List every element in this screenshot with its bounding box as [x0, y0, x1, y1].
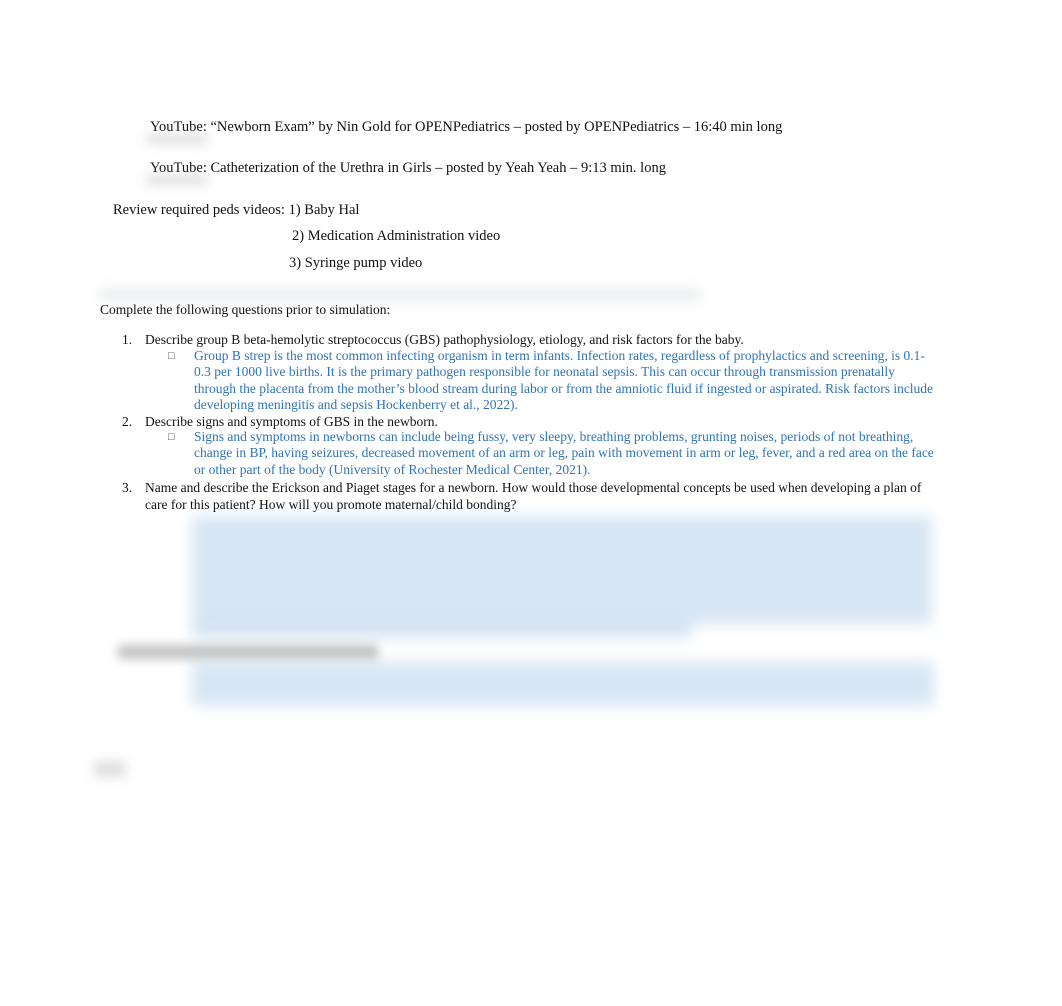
question-number: 2.	[122, 414, 133, 429]
bullet-icon: □	[168, 350, 175, 362]
question-text: Name and describe the Erickson and Piage…	[145, 480, 922, 512]
video-source-label: YouTube	[150, 160, 203, 176]
redacted-footer	[94, 762, 126, 776]
redacted-answer	[192, 662, 934, 706]
review-item: 3) Syringe pump video	[289, 255, 423, 271]
video-source-label: YouTube	[150, 119, 203, 135]
answer-text: Signs and symptoms in newborns can inclu…	[194, 429, 934, 477]
redacted-question	[118, 645, 378, 659]
video-description: : Catheterization of the Urethra in Girl…	[202, 160, 666, 176]
redacted-answer	[192, 622, 692, 638]
review-videos-line: Review required peds videos: 1) Baby Hal	[113, 202, 359, 219]
question-number: 3.	[122, 480, 133, 495]
video-line-1: YouTube: “Newborn Exam” by Nin Gold for …	[150, 119, 782, 136]
bullet-icon: □	[168, 431, 175, 443]
video-line-2: YouTube: Catheterization of the Urethra …	[150, 160, 666, 177]
redacted-answer	[192, 516, 932, 624]
instructions-heading: Complete the following questions prior t…	[100, 302, 391, 317]
question-text: Describe group B beta-hemolytic streptoc…	[145, 332, 744, 347]
video-description: : “Newborn Exam” by Nin Gold for OPENPed…	[202, 119, 783, 135]
answer-text: Group B strep is the most common infecti…	[194, 348, 934, 413]
question-number: 1.	[122, 332, 133, 347]
review-item: 1) Baby Hal	[288, 202, 360, 218]
review-label: Review required peds videos:	[113, 202, 289, 218]
review-item: 2) Medication Administration video	[292, 228, 501, 244]
redacted-line	[100, 288, 700, 302]
